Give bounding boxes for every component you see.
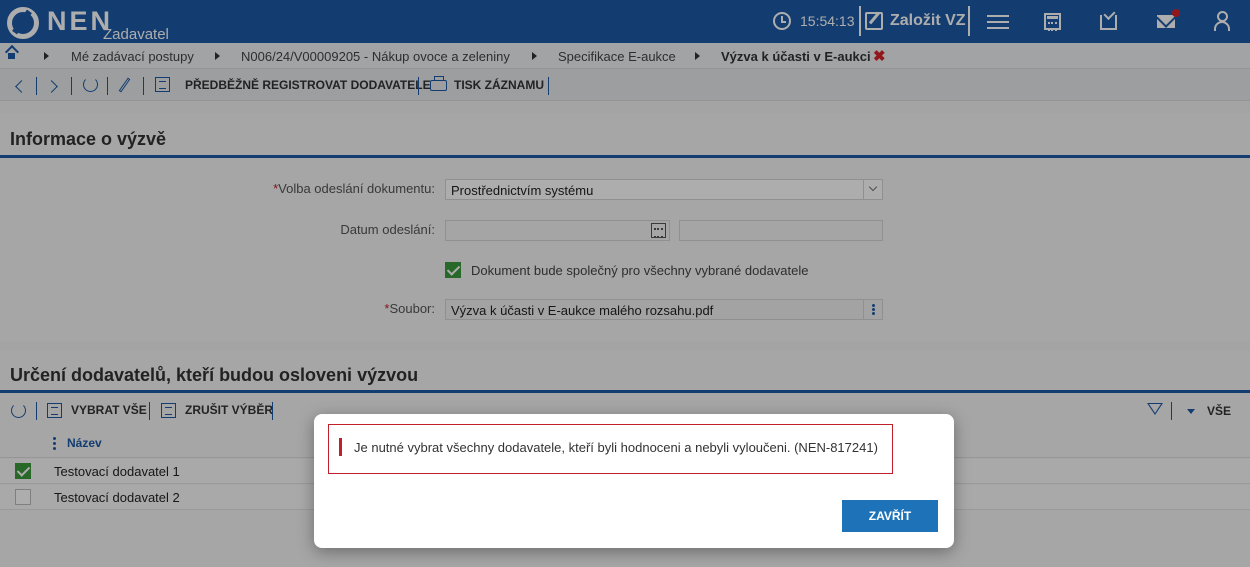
error-message-box: Je nutné vybrat všechny dodavatele, kteř… bbox=[328, 424, 893, 474]
close-dialog-button[interactable]: ZAVŘÍT bbox=[842, 500, 938, 532]
error-indicator bbox=[339, 438, 342, 456]
error-message: Je nutné vybrat všechny dodavatele, kteř… bbox=[354, 440, 878, 455]
error-dialog: Je nutné vybrat všechny dodavatele, kteř… bbox=[314, 414, 954, 548]
